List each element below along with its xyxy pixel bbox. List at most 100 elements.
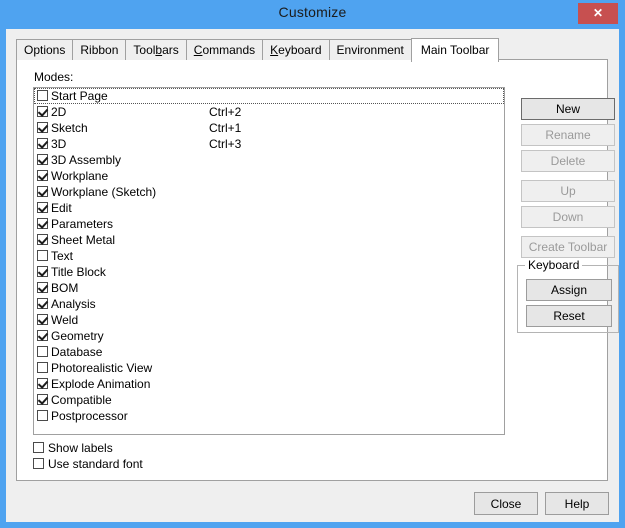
list-item[interactable]: Geometry <box>34 328 504 344</box>
mode-checkbox[interactable] <box>37 122 48 133</box>
list-item[interactable]: Sketch Ctrl+1 <box>34 120 504 136</box>
list-item[interactable]: Parameters <box>34 216 504 232</box>
list-item[interactable]: Workplane <box>34 168 504 184</box>
tab-environment[interactable]: Environment <box>329 39 412 60</box>
create-toolbar-button: Create Toolbar <box>521 236 615 258</box>
show-labels-label: Show labels <box>48 441 113 455</box>
list-item[interactable]: 2D Ctrl+2 <box>34 104 504 120</box>
keyboard-groupbox: Keyboard Assign Reset <box>517 265 619 333</box>
mode-shortcut: Ctrl+3 <box>209 136 241 152</box>
mode-label: Geometry <box>51 329 104 343</box>
tab-main-toolbar[interactable]: Main Toolbar <box>411 38 499 62</box>
mode-checkbox[interactable] <box>37 282 48 293</box>
move-up-button: Up <box>521 180 615 202</box>
tab-ribbon[interactable]: Ribbon <box>72 39 126 60</box>
keyboard-groupbox-legend: Keyboard <box>525 258 582 272</box>
mode-checkbox[interactable] <box>37 218 48 229</box>
list-item[interactable]: Compatible <box>34 392 504 408</box>
mode-label: Postprocessor <box>51 409 128 423</box>
list-item[interactable]: Weld <box>34 312 504 328</box>
list-item[interactable]: BOM <box>34 280 504 296</box>
mode-label: Sketch <box>51 121 88 135</box>
mode-checkbox[interactable] <box>37 378 48 389</box>
mode-checkbox[interactable] <box>37 202 48 213</box>
list-item[interactable]: Analysis <box>34 296 504 312</box>
mode-label: Edit <box>51 201 72 215</box>
mode-checkbox[interactable] <box>37 138 48 149</box>
mode-label: Weld <box>51 313 78 327</box>
move-down-button: Down <box>521 206 615 228</box>
mode-checkbox[interactable] <box>37 362 48 373</box>
help-button[interactable]: Help <box>545 492 609 515</box>
list-item[interactable]: Workplane (Sketch) <box>34 184 504 200</box>
mode-label: Explode Animation <box>51 377 150 391</box>
window-title: Customize <box>0 4 625 20</box>
mode-checkbox[interactable] <box>37 410 48 421</box>
mode-label: Workplane <box>51 169 108 183</box>
show-labels-checkbox-box <box>33 442 44 453</box>
mode-checkbox[interactable] <box>37 234 48 245</box>
mode-checkbox[interactable] <box>37 250 48 261</box>
mode-label: Photorealistic View <box>51 361 152 375</box>
mode-label: Database <box>51 345 102 359</box>
use-standard-font-checkbox[interactable]: Use standard font <box>33 457 143 471</box>
mode-label: Title Block <box>51 265 106 279</box>
assign-button[interactable]: Assign <box>526 279 612 301</box>
mode-label: Parameters <box>51 217 113 231</box>
mode-checkbox[interactable] <box>37 154 48 165</box>
mode-label: Start Page <box>51 89 108 103</box>
mode-label: 3D <box>51 137 66 151</box>
tab-toolbars[interactable]: Toolbars <box>125 39 186 60</box>
title-bar: Customize ✕ <box>0 0 625 29</box>
mode-checkbox[interactable] <box>37 298 48 309</box>
close-icon[interactable]: ✕ <box>578 3 618 24</box>
list-item[interactable]: 3D Assembly <box>34 152 504 168</box>
new-button[interactable]: New <box>521 98 615 120</box>
reset-button[interactable]: Reset <box>526 305 612 327</box>
customize-dialog-window: Customize ✕ OptionsRibbonToolbarsCommand… <box>0 0 625 528</box>
show-labels-checkbox[interactable]: Show labels <box>33 441 113 455</box>
tab-options[interactable]: Options <box>16 39 73 60</box>
list-item[interactable]: Database <box>34 344 504 360</box>
list-item[interactable]: Edit <box>34 200 504 216</box>
mode-label: BOM <box>51 281 78 295</box>
use-standard-font-label: Use standard font <box>48 457 143 471</box>
list-item[interactable]: Explode Animation <box>34 376 504 392</box>
dialog-client-area: OptionsRibbonToolbarsCommandsKeyboardEnv… <box>6 29 619 522</box>
mode-checkbox[interactable] <box>37 346 48 357</box>
mode-label: Analysis <box>51 297 96 311</box>
mode-checkbox[interactable] <box>37 330 48 341</box>
use-standard-font-checkbox-box <box>33 458 44 469</box>
mode-shortcut: Ctrl+2 <box>209 104 241 120</box>
tab-keyboard[interactable]: Keyboard <box>262 39 329 60</box>
list-item[interactable]: Photorealistic View <box>34 360 504 376</box>
list-item[interactable]: Start Page <box>34 88 504 104</box>
list-item[interactable]: Text <box>34 248 504 264</box>
mode-checkbox[interactable] <box>37 106 48 117</box>
tab-commands[interactable]: Commands <box>186 39 263 60</box>
mode-checkbox[interactable] <box>37 186 48 197</box>
list-item[interactable]: Sheet Metal <box>34 232 504 248</box>
tab-page-main-toolbar: Modes: Start Page 2D Ctrl+2 Sketch Ctrl+1 3D C… <box>16 59 608 481</box>
mode-label: Sheet Metal <box>51 233 115 247</box>
mode-checkbox[interactable] <box>37 314 48 325</box>
mode-label: 2D <box>51 105 66 119</box>
list-item[interactable]: Title Block <box>34 264 504 280</box>
mode-shortcut: Ctrl+1 <box>209 120 241 136</box>
list-item[interactable]: 3D Ctrl+3 <box>34 136 504 152</box>
mode-label: Workplane (Sketch) <box>51 185 156 199</box>
modes-listbox[interactable]: Start Page2DCtrl+2SketchCtrl+13DCtrl+33D… <box>33 87 505 435</box>
mode-label: 3D Assembly <box>51 153 121 167</box>
list-item[interactable]: Postprocessor <box>34 408 504 424</box>
tab-strip: OptionsRibbonToolbarsCommandsKeyboardEnv… <box>16 38 498 60</box>
close-button[interactable]: Close <box>474 492 538 515</box>
mode-checkbox[interactable] <box>37 266 48 277</box>
rename-button: Rename <box>521 124 615 146</box>
mode-checkbox[interactable] <box>37 170 48 181</box>
modes-label: Modes: <box>34 70 73 84</box>
mode-checkbox[interactable] <box>37 90 48 101</box>
delete-button: Delete <box>521 150 615 172</box>
mode-label: Compatible <box>51 393 112 407</box>
mode-label: Text <box>51 249 73 263</box>
mode-checkbox[interactable] <box>37 394 48 405</box>
